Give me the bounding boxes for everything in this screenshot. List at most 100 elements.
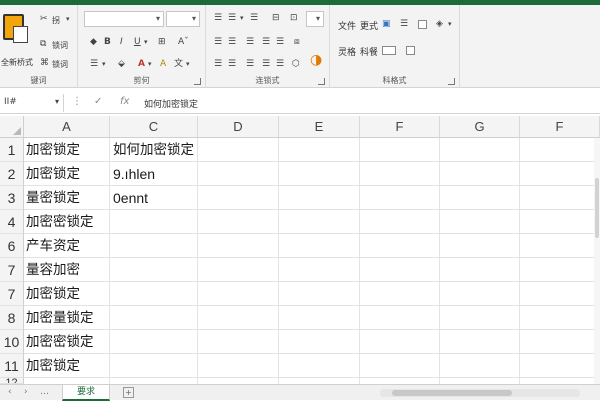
justify-icon[interactable]: ☰ [262,37,270,47]
align-top-icon[interactable]: ☰ [214,13,222,23]
borders-icon[interactable]: ⊞ [158,37,166,47]
bold-icon[interactable]: B [104,37,111,47]
align-bottom-icon[interactable]: ☰ [250,13,258,23]
function-icon[interactable]: fx [120,96,129,107]
formula-input[interactable]: 如何加密锁定 [144,97,198,110]
cell-a[interactable]: 加密密锁定 [24,330,94,354]
underline-icon[interactable]: U [134,37,141,47]
cell-a[interactable]: 加密锁定 [24,162,80,186]
styles-group-label: 科格式 [382,76,407,85]
chevron-down-icon[interactable]: ▾ [144,37,148,47]
name-box[interactable]: II# ▾ [0,94,64,112]
increase-indent-icon[interactable]: ☰ [228,59,236,69]
distributed-icon[interactable]: ☰ [276,37,284,47]
font-size-combo[interactable]: ▾ [166,11,200,27]
column-header[interactable]: E [279,116,360,138]
cell-a[interactable]: 加密锁定 [24,354,80,378]
cell-a[interactable]: 产车资定 [24,234,80,258]
font-color-icon[interactable]: A [138,59,145,69]
horizontal-scrollbar[interactable] [380,389,580,397]
wrap-text-icon[interactable]: ⊡ [290,13,298,23]
style-list-icon[interactable]: ☰ [400,19,408,29]
font-grow-icon[interactable]: ◆ [90,37,97,47]
check-icon[interactable]: ✓ [94,96,102,107]
cell-a[interactable]: 加密密锁定 [24,210,94,234]
column-header[interactable]: A [24,116,110,138]
row-header[interactable]: 3 [0,186,24,210]
cell-a[interactable]: 加密锁定 [24,138,80,162]
cell-a[interactable]: 量密锁定 [24,186,80,210]
row-header[interactable]: 2 [0,162,24,186]
cut-button[interactable]: ✂ 拐 ▾ [40,14,76,25]
chevron-down-icon[interactable]: ▾ [148,59,152,69]
row-header[interactable]: 4 [0,210,24,234]
cost-label: 科餐 [360,48,379,58]
scroll-right-icon[interactable]: › [24,387,28,397]
chevron-down-icon[interactable]: ▾ [186,59,190,69]
font-launcher-icon[interactable] [194,78,201,85]
italic-icon[interactable]: I [120,37,123,47]
column-header[interactable]: D [198,116,279,138]
align-center-icon[interactable]: ☰ [228,37,236,47]
rtl-icon[interactable]: ☰ [262,59,270,69]
chevron-down-icon[interactable]: ▾ [240,13,244,23]
toggle-field[interactable] [382,46,396,55]
cell-c[interactable]: 如何加密锁定 [111,138,194,162]
option-checkbox[interactable] [406,46,415,55]
indent-icon[interactable]: ⊟ [272,13,280,23]
column-header[interactable]: F [360,116,440,138]
row-header[interactable]: 8 [0,306,24,330]
phonetic-icon[interactable]: 文 [174,59,183,69]
cell-c[interactable]: 0ennt [111,186,148,210]
paste-button[interactable]: 全新桥式 [0,5,36,71]
more-tabs-icon[interactable]: … [40,387,49,397]
text-direction-icon[interactable]: ☰ [246,59,254,69]
chevron-down-icon[interactable]: ▾ [102,59,106,69]
fill-color-icon[interactable]: ⬙ [118,59,125,69]
row-header[interactable]: 10 [0,330,24,354]
row-header[interactable]: 11 [0,354,24,378]
merge-icon[interactable]: ⧈ [294,37,300,47]
vertical-scroll-thumb[interactable] [595,178,599,238]
copy-button[interactable]: ⧉ 锁词 [40,39,76,50]
decrease-indent-icon[interactable]: ☰ [214,59,222,69]
cell-a[interactable]: 量容加密 [24,258,80,282]
text-case-icon[interactable]: Aˇ [178,37,189,47]
format-icon[interactable]: ⬡ [292,59,300,69]
copy-label: 锁词 [52,41,68,50]
row-header[interactable]: 7 [0,258,24,282]
alignment-launcher-icon[interactable] [318,78,325,85]
font-name-combo[interactable]: ▾ [84,11,164,27]
align-left-icon[interactable]: ☰ [214,37,222,47]
ltr-icon[interactable]: ☰ [276,59,284,69]
scroll-left-icon[interactable]: ‹ [8,387,12,397]
column-header[interactable]: G [440,116,520,138]
orientation-combo[interactable]: ▾ [306,11,324,27]
chevron-down-icon[interactable]: ▾ [448,19,452,29]
column-header[interactable]: F [520,116,600,138]
style-checkbox[interactable] [418,20,427,29]
styles-launcher-icon[interactable] [448,78,455,85]
row-header[interactable]: 6 [0,234,24,258]
cell-grid[interactable]: 加密锁定 加密锁定 量密锁定 加密密锁定 产车资定 量容加密 加密锁定 加密量锁… [24,138,600,384]
align-middle-icon[interactable]: ☰ [228,13,236,23]
column-header[interactable]: C [110,116,198,138]
align-right-icon[interactable]: ☰ [246,37,254,47]
cell-a[interactable]: 加密量锁定 [24,306,94,330]
cell-a[interactable]: 加密锁定 [24,282,80,306]
vertical-scrollbar[interactable] [594,138,600,384]
color-wheel-icon[interactable]: ◑ [310,53,322,67]
highlight-icon[interactable]: A [160,59,166,69]
format-painter-button[interactable]: ⌘ 锁词 [40,58,76,69]
style-gallery-icon[interactable]: ◈ [436,19,443,29]
add-sheet-icon[interactable]: + [123,387,134,398]
sheet-tab[interactable]: 要求 [62,385,110,401]
row-header[interactable]: 1 [0,138,24,162]
horizontal-scroll-thumb[interactable] [392,390,512,396]
cell-c[interactable]: 9.ıhlen [111,162,155,186]
style-preset-icon[interactable]: ▣ [382,19,391,29]
select-all-corner[interactable] [0,116,24,138]
more-icon[interactable]: ⋮ [72,96,82,107]
row-header[interactable]: 7 [0,282,24,306]
font-shrink-icon[interactable]: ☰ [90,59,98,69]
